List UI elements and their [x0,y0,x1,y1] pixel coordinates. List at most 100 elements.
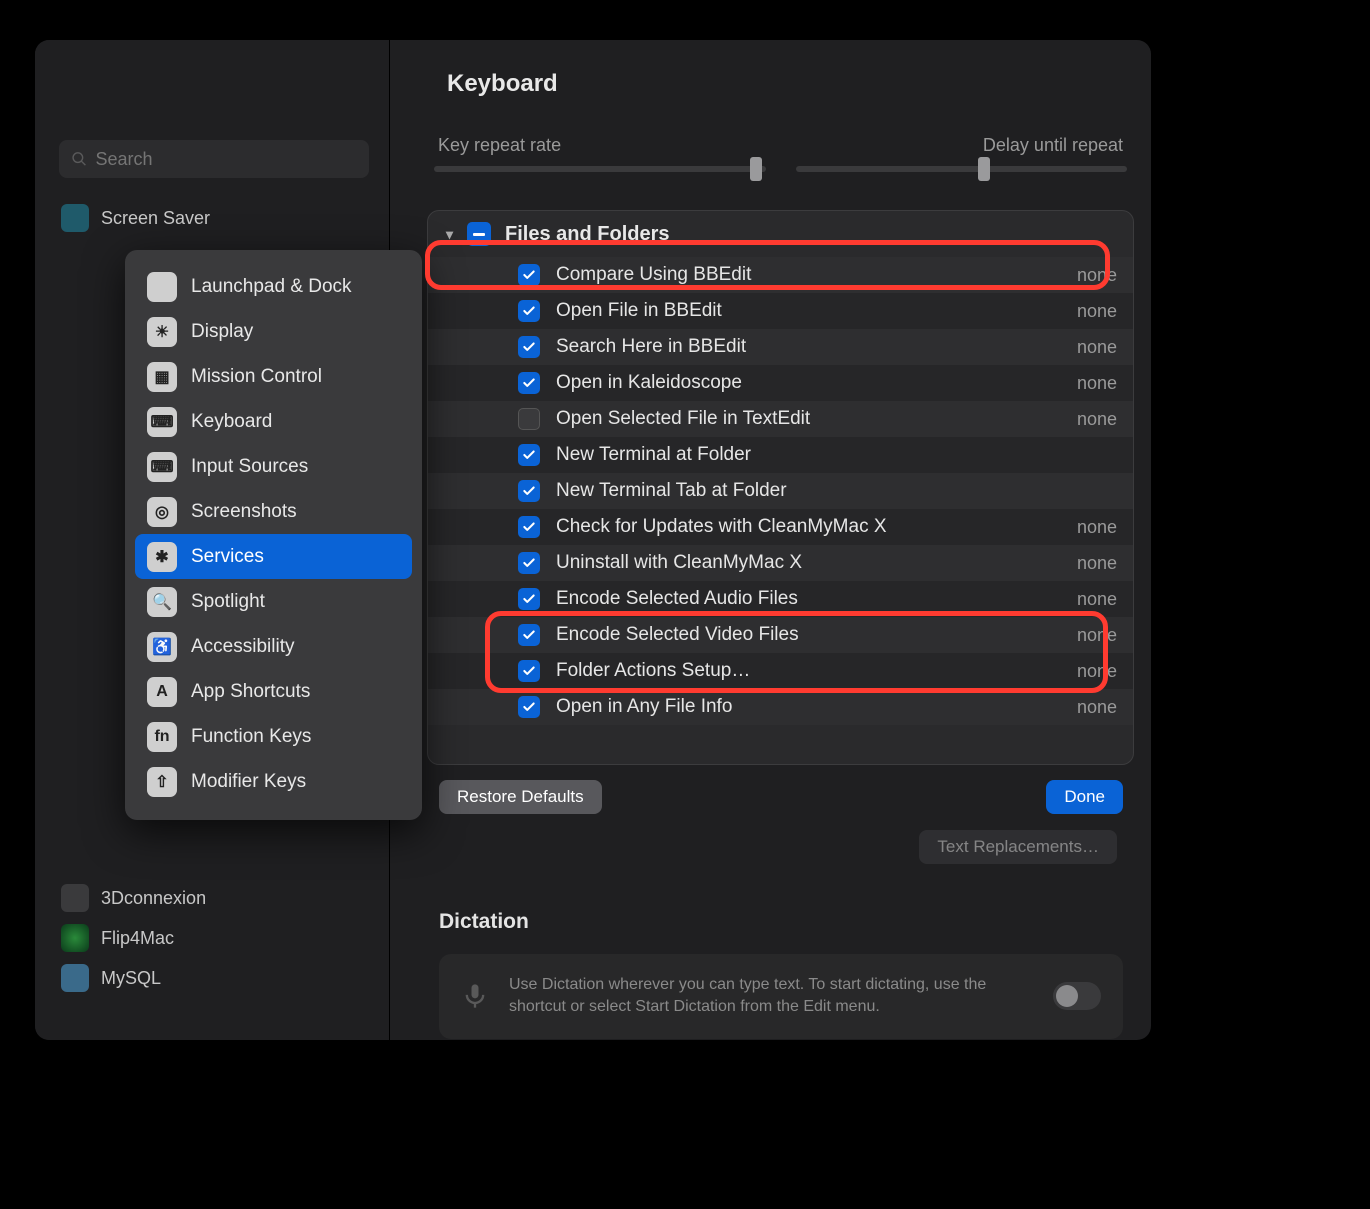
accessibility-icon: ♿ [147,632,177,662]
key-repeat-slider[interactable] [434,166,766,172]
services-list: Compare Using BBEditnoneOpen File in BBE… [428,257,1133,725]
sidebar-item-3dconnexion[interactable]: 3Dconnexion [55,878,375,918]
search-field[interactable] [59,140,369,178]
spotlight-icon: 🔍 [147,587,177,617]
flip4mac-icon [61,924,89,952]
menu-item-mission-control[interactable]: ▦Mission Control [135,354,412,399]
text-replacements-row: Text Replacements… [919,830,1117,864]
service-checkbox[interactable] [518,264,540,286]
menu-item-keyboard[interactable]: ⌨ Keyboard [135,399,412,444]
dictation-title: Dictation [439,910,1123,934]
service-checkbox[interactable] [518,300,540,322]
service-row[interactable]: Open File in BBEditnone [428,293,1133,329]
service-row[interactable]: Open Selected File in TextEditnone [428,401,1133,437]
menu-item-services[interactable]: ✱Services [135,534,412,579]
service-shortcut[interactable]: none [1077,301,1117,322]
slider-thumb[interactable] [978,157,990,181]
main-pane: Keyboard Key repeat rate Delay until rep… [407,40,1149,1040]
menu-item-label: Display [191,321,253,343]
done-button[interactable]: Done [1046,780,1123,814]
service-row[interactable]: Open in Any File Infonone [428,689,1133,725]
service-row[interactable]: Compare Using BBEditnone [428,257,1133,293]
menu-item-launchpad-dock[interactable]: Launchpad & Dock [135,264,412,309]
sidebar-item-label: MySQL [101,968,161,989]
search-input[interactable] [95,149,357,170]
services-group-header[interactable]: ▾ Files and Folders [428,211,1133,257]
menu-item-input-sources[interactable]: ⌨Input Sources [135,444,412,489]
input-icon: ⌨ [147,452,177,482]
microphone-icon [461,982,489,1010]
service-row[interactable]: Uninstall with CleanMyMac Xnone [428,545,1133,581]
service-checkbox[interactable] [518,552,540,574]
service-row[interactable]: Encode Selected Video Filesnone [428,617,1133,653]
service-checkbox[interactable] [518,516,540,538]
menu-item-label: Spotlight [191,591,265,613]
service-name: Open File in BBEdit [556,300,1077,322]
search-icon [71,150,87,168]
menu-item-app-shortcuts[interactable]: AApp Shortcuts [135,669,412,714]
service-shortcut[interactable]: none [1077,373,1117,394]
service-checkbox[interactable] [518,444,540,466]
menu-item-display[interactable]: ☀ Display [135,309,412,354]
display-icon: ☀ [147,317,177,347]
service-shortcut[interactable]: none [1077,661,1117,682]
delay-repeat-slider[interactable] [796,166,1128,172]
service-shortcut[interactable]: none [1077,409,1117,430]
service-name: Encode Selected Audio Files [556,588,1077,610]
group-title: Files and Folders [505,223,669,246]
service-checkbox[interactable] [518,696,540,718]
menu-item-label: Screenshots [191,501,297,523]
menu-item-label: Keyboard [191,411,272,433]
service-shortcut[interactable]: none [1077,553,1117,574]
service-name: Folder Actions Setup… [556,660,1077,682]
service-name: New Terminal Tab at Folder [556,480,1117,502]
service-row[interactable]: Folder Actions Setup…none [428,653,1133,689]
service-row[interactable]: Search Here in BBEditnone [428,329,1133,365]
folder-icon [467,222,491,246]
service-checkbox[interactable] [518,624,540,646]
panel-footer: Restore Defaults Done [439,780,1123,814]
menu-item-label: Modifier Keys [191,771,306,793]
menu-item-modifier-keys[interactable]: ⇧Modifier Keys [135,759,412,804]
slider-label-left: Key repeat rate [438,135,561,156]
restore-defaults-button[interactable]: Restore Defaults [439,780,602,814]
shortcuts-category-menu: Launchpad & Dock ☀ Display ▦Mission Control… [125,250,422,820]
menu-item-label: Accessibility [191,636,294,658]
sidebar-item-flip4mac[interactable]: Flip4Mac [55,918,375,958]
service-name: Open in Any File Info [556,696,1077,718]
service-shortcut[interactable]: none [1077,697,1117,718]
sidebar-item-screensaver[interactable]: Screen Saver [55,198,375,238]
menu-item-spotlight[interactable]: 🔍 Spotlight [135,579,412,624]
service-checkbox[interactable] [518,372,540,394]
dictation-toggle[interactable] [1053,982,1101,1010]
text-replacements-button[interactable]: Text Replacements… [919,830,1117,864]
service-shortcut[interactable]: none [1077,337,1117,358]
service-checkbox[interactable] [518,408,540,430]
service-row[interactable]: Check for Updates with CleanMyMac Xnone [428,509,1133,545]
service-row[interactable]: Encode Selected Audio Filesnone [428,581,1133,617]
service-shortcut[interactable]: none [1077,517,1117,538]
service-shortcut[interactable]: none [1077,589,1117,610]
screenshots-icon: ◎ [147,497,177,527]
slider-thumb[interactable] [750,157,762,181]
service-name: Check for Updates with CleanMyMac X [556,516,1077,538]
service-row[interactable]: Open in Kaleidoscopenone [428,365,1133,401]
menu-item-label: Services [191,546,264,568]
service-checkbox[interactable] [518,660,540,682]
menu-item-accessibility[interactable]: ♿ Accessibility [135,624,412,669]
service-checkbox[interactable] [518,480,540,502]
sidebar-item-mysql[interactable]: MySQL [55,958,375,998]
dictation-box: Use Dictation wherever you can type text… [439,954,1123,1039]
service-shortcut[interactable]: none [1077,265,1117,286]
menu-item-label: Mission Control [191,366,322,388]
menu-item-screenshots[interactable]: ◎ Screenshots [135,489,412,534]
menu-item-function-keys[interactable]: fnFunction Keys [135,714,412,759]
service-row[interactable]: New Terminal Tab at Folder [428,473,1133,509]
service-checkbox[interactable] [518,336,540,358]
service-row[interactable]: New Terminal at Folder [428,437,1133,473]
dictation-section: Dictation Use Dictation wherever you can… [439,910,1123,1039]
service-shortcut[interactable]: none [1077,625,1117,646]
keyboard-icon: ⌨ [147,407,177,437]
launchpad-icon [147,272,177,302]
service-checkbox[interactable] [518,588,540,610]
